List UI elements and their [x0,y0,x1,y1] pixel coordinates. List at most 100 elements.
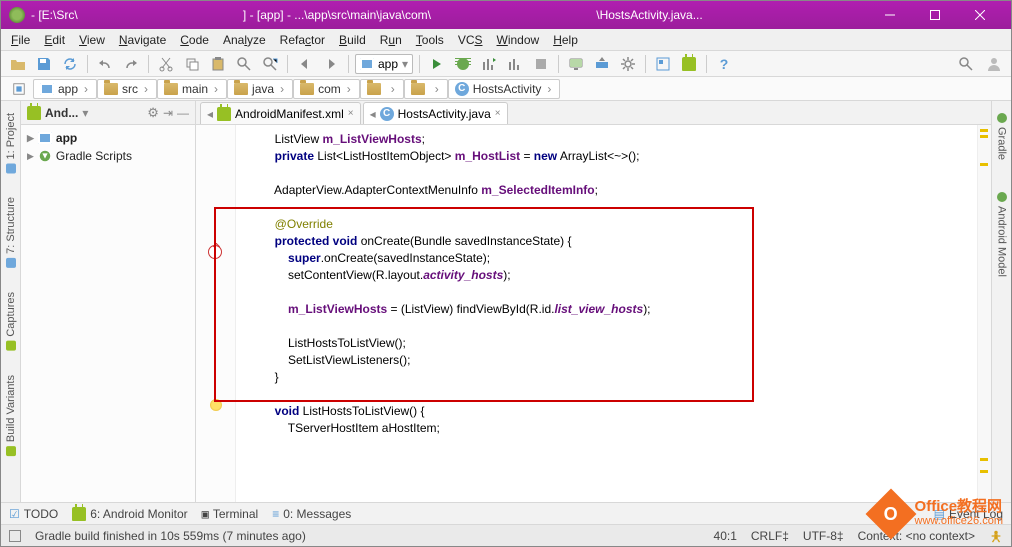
editor-tab[interactable]: ◂AndroidManifest.xml× [200,102,361,124]
menu-file[interactable]: File [5,31,36,49]
minimize-button[interactable] [868,1,913,29]
menu-vcs[interactable]: VCS [452,31,489,49]
right-tab[interactable]: Gradle [994,107,1010,166]
inspector-icon[interactable] [989,529,1003,543]
left-tab[interactable]: 1: Project [3,107,19,179]
left-tab[interactable]: 7: Structure [3,191,19,274]
error-stripe[interactable] [977,125,991,502]
redo-button[interactable] [120,53,142,75]
code-editor[interactable]: ListView m_ListViewHosts; private List<L… [236,125,977,502]
context-label[interactable]: Context: <no context> [858,529,975,543]
breadcrumb-segment[interactable]: CHostsActivity [448,79,561,99]
left-tool-strip: 1: Project 7: Structure Captures Build Vari… [1,101,21,502]
close-button[interactable] [958,1,1003,29]
editor-area: ◂AndroidManifest.xml×◂CHostsActivity.jav… [196,101,991,502]
main-toolbar: app ▾ ? [1,51,1011,77]
hide-icon[interactable]: — [177,106,189,120]
menu-run[interactable]: Run [374,31,408,49]
replace-button[interactable] [259,53,281,75]
back-button[interactable] [294,53,316,75]
close-tab-icon[interactable]: × [495,108,501,119]
stop-button[interactable] [530,53,552,75]
find-button[interactable] [233,53,255,75]
play-icon [433,59,441,69]
menu-window[interactable]: Window [491,31,546,49]
file-encoding[interactable]: UTF-8‡ [803,529,844,543]
debug-button[interactable] [452,53,474,75]
editor-tab[interactable]: ◂CHostsActivity.java× [363,102,508,124]
collapse-icon[interactable]: ⇥ [163,106,173,120]
menu-navigate[interactable]: Navigate [113,31,172,49]
profile-button[interactable] [478,53,500,75]
android-icon [27,106,41,120]
menu-edit[interactable]: Edit [38,31,71,49]
window-title-bar: - [E:\Src\ ] - [app] - ...\app\src\main\… [1,1,1011,29]
breadcrumb-segment[interactable]: java [227,79,293,99]
menu-code[interactable]: Code [174,31,215,49]
android-icon [72,507,86,521]
breadcrumb-segment[interactable]: com [293,79,360,99]
project-panel-header[interactable]: And... ▾ ⚙ ⇥ — [21,101,195,125]
maximize-button[interactable] [913,1,958,29]
breadcrumb-segment[interactable]: src [97,79,157,99]
open-button[interactable] [7,53,29,75]
messages-tab[interactable]: ≡0: Messages [272,507,351,521]
undo-button[interactable] [94,53,116,75]
title-middle: ] - [app] - ...\app\src\main\java\com\ [243,8,431,22]
breadcrumb-segment[interactable] [404,79,448,99]
menu-view[interactable]: View [73,31,111,49]
terminal-tab[interactable]: ▣Terminal [202,507,259,521]
menu-analyze[interactable]: Analyze [217,31,272,49]
todo-tab[interactable]: ☑TODO [9,507,58,521]
line-separator[interactable]: CRLF‡ [751,529,789,543]
copy-button[interactable] [181,53,203,75]
settings-button[interactable] [617,53,639,75]
sdk-manager-button[interactable] [591,53,613,75]
breadcrumb-segment[interactable] [360,79,404,99]
title-suffix: \HostsActivity.java... [596,8,702,22]
breadcrumb-segment[interactable]: app [33,79,97,99]
menu-help[interactable]: Help [547,31,584,49]
cut-button[interactable] [155,53,177,75]
override-marker-icon[interactable] [208,245,222,259]
left-tab[interactable]: Build Variants [3,369,19,462]
menu-build[interactable]: Build [333,31,372,49]
user-icon[interactable] [983,53,1005,75]
save-all-button[interactable] [33,53,55,75]
run-config-label: app [378,57,398,71]
event-log-tab[interactable]: ▤Event Log [934,507,1003,521]
search-everywhere-button[interactable] [955,53,977,75]
menu-tools[interactable]: Tools [410,31,450,49]
title-prefix: - [E:\Src\ [31,8,78,22]
project-node[interactable]: ▶app [27,129,189,147]
right-tab[interactable]: Android Model [994,186,1010,283]
status-message: Gradle build finished in 10s 559ms (7 mi… [35,529,306,543]
sync-button[interactable] [59,53,81,75]
editor-gutter[interactable] [196,125,236,502]
help-button[interactable]: ? [713,53,735,75]
app-icon [9,7,25,23]
android-monitor-tab[interactable]: 6: Android Monitor [72,507,187,521]
run-config-selector[interactable]: app ▾ [355,54,413,74]
project-tree[interactable]: ▶app▶Gradle Scripts [21,125,195,169]
breadcrumb-segment[interactable]: main [157,79,227,99]
layout-inspector-button[interactable] [652,53,674,75]
intention-bulb-icon[interactable] [210,399,222,411]
project-node[interactable]: ▶Gradle Scripts [27,147,189,165]
paste-button[interactable] [207,53,229,75]
menu-bar: FileEditViewNavigateCodeAnalyzeRefactorB… [1,29,1011,51]
nav-home[interactable] [5,79,33,99]
status-icon[interactable] [9,530,21,542]
caret-position[interactable]: 40:1 [714,529,737,543]
close-tab-icon[interactable]: × [348,108,354,119]
android-icon [682,57,696,71]
attach-debugger-button[interactable] [504,53,526,75]
gear-icon[interactable]: ⚙ [147,105,159,121]
android-profiler-button[interactable] [678,53,700,75]
left-tab[interactable]: Captures [3,286,19,357]
forward-button[interactable] [320,53,342,75]
run-button[interactable] [426,53,448,75]
chevron-down-icon: ▾ [82,106,88,120]
avd-manager-button[interactable] [565,53,587,75]
menu-refactor[interactable]: Refactor [274,31,331,49]
